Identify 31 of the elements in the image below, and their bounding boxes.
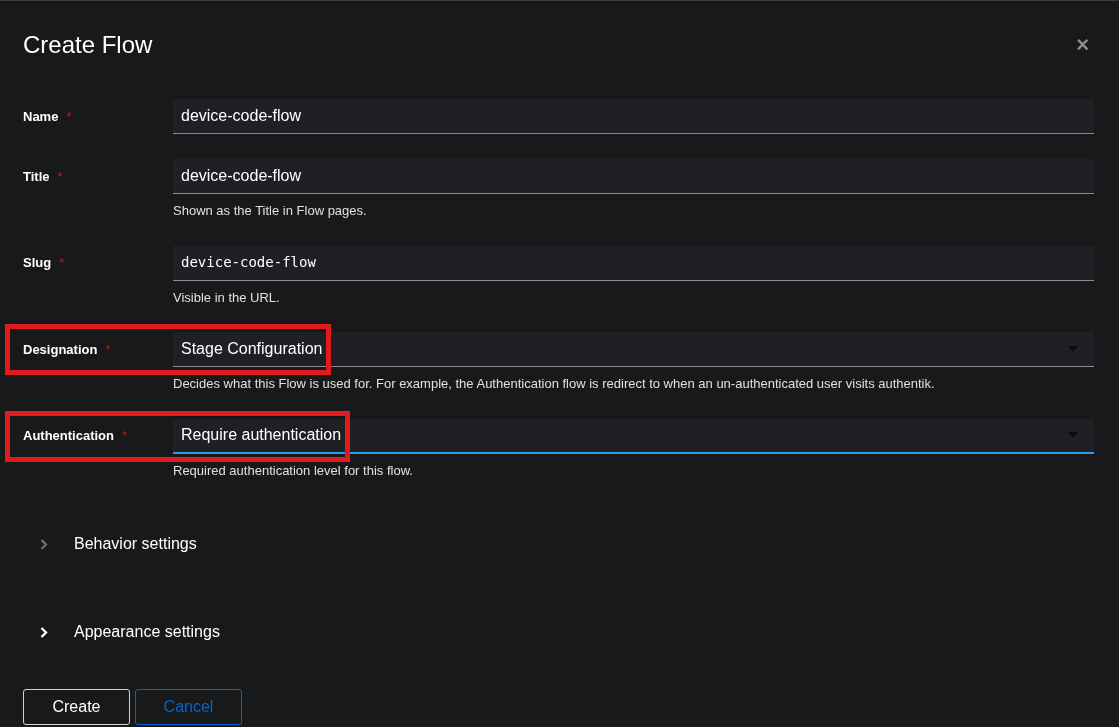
section-toggle[interactable]: Appearance settings: [40, 620, 1119, 644]
helper-text: Decides what this Flow is used for. For example, the Authentication flow is redirect to when an un-authenticated user visits authentik.: [173, 375, 936, 393]
caret-icon: [1068, 346, 1078, 352]
dialog-title: Create Flow: [23, 30, 153, 60]
required-mark: *: [59, 254, 65, 273]
required-mark: *: [105, 340, 111, 359]
field-value: device-code-flow: [181, 166, 302, 186]
helper-text: Required authentication level for this flow.: [173, 461, 414, 480]
field-label: Name: [23, 107, 59, 126]
field-label: Designation: [23, 340, 98, 359]
caret-icon: [1068, 432, 1078, 438]
input-field[interactable]: device-code-flow: [173, 99, 1094, 134]
close-button[interactable]: ×: [1076, 34, 1089, 56]
field-label: Authentication: [23, 427, 114, 446]
field-label: Title: [23, 167, 50, 186]
select-field[interactable]: Require authentication: [173, 418, 1094, 454]
required-mark: *: [66, 107, 72, 126]
required-mark: *: [122, 427, 128, 446]
select-field[interactable]: Stage Configuration: [173, 332, 1094, 367]
field-value: Require authentication: [181, 425, 342, 445]
input-field[interactable]: device-code-flow: [173, 245, 1094, 281]
helper-text: Visible in the URL.: [173, 288, 281, 307]
field-value: Stage Configuration: [181, 339, 323, 359]
field-label: Slug: [23, 254, 52, 273]
field-value: device-code-flow: [181, 253, 316, 272]
helper-text: Shown as the Title in Flow pages.: [173, 202, 368, 220]
create-button[interactable]: Create: [23, 689, 130, 725]
input-field[interactable]: device-code-flow: [173, 159, 1094, 194]
section-toggle[interactable]: Behavior settings: [40, 532, 1119, 556]
field-value: device-code-flow: [181, 106, 302, 126]
required-mark: *: [57, 167, 63, 186]
